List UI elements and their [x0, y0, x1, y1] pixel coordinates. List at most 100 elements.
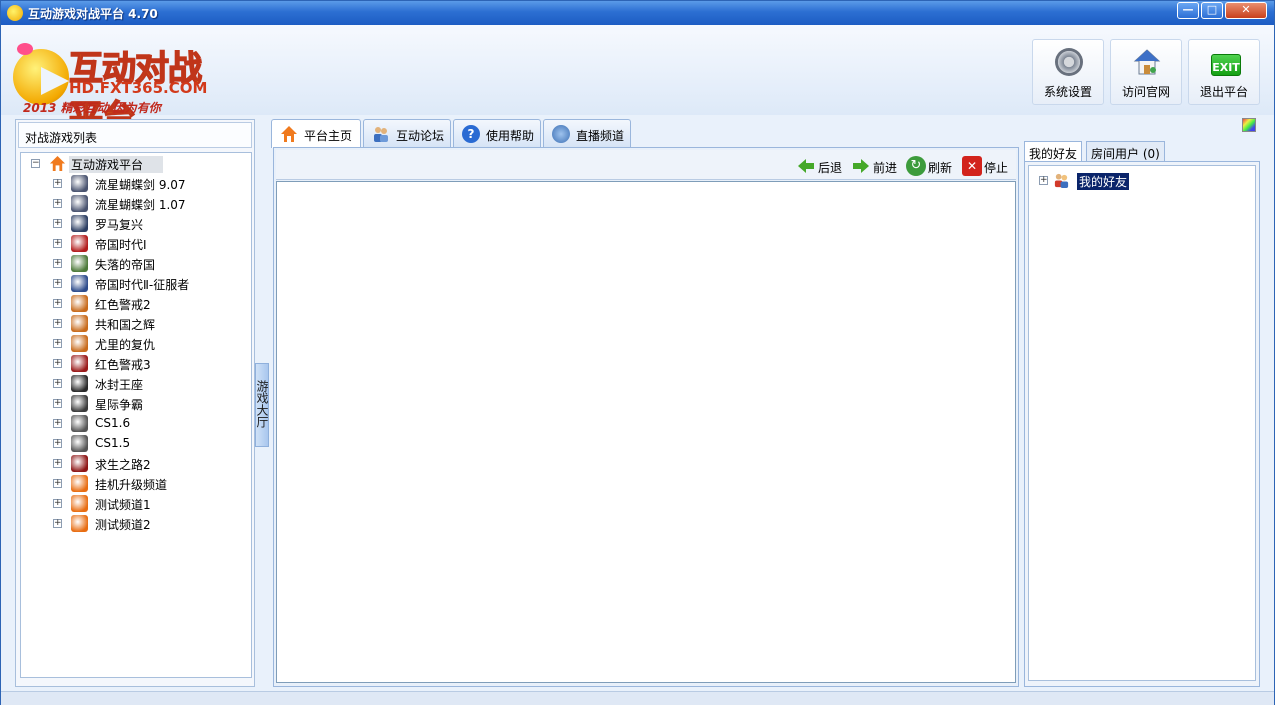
tab-home-label: 平台主页 — [304, 129, 353, 143]
game-tree-item-label: 冰封王座 — [95, 378, 144, 392]
game-tree-item-label: 流星蝴蝶剑 1.07 — [95, 198, 186, 212]
game-tree-item-label: 红色警戒3 — [95, 358, 151, 372]
expand-icon[interactable]: + — [53, 279, 62, 288]
expand-icon[interactable]: + — [53, 319, 62, 328]
tab-broadcast-label: 直播频道 — [576, 129, 625, 143]
home-icon — [71, 475, 88, 492]
pacman-mouth — [41, 67, 69, 95]
root-label: 互动游戏平台 — [69, 156, 164, 173]
expand-icon[interactable]: + — [53, 299, 62, 308]
house-icon — [1133, 49, 1161, 75]
minimize-button[interactable]: — — [1177, 2, 1199, 19]
expand-icon[interactable]: + — [53, 499, 62, 508]
lost-empire-icon — [71, 255, 88, 272]
exit-label: 退出平台 — [1199, 85, 1248, 99]
back-label: 后退 — [818, 161, 843, 175]
stop-icon: ✕ — [962, 156, 982, 176]
game-tree-item-label: 帝国时代Ⅱ-征服者 — [95, 278, 190, 292]
friends-root-label: 我的好友 — [1077, 173, 1130, 190]
refresh-label: 刷新 — [928, 161, 953, 175]
exit-platform-button[interactable]: EXIT 退出平台 — [1188, 39, 1260, 105]
skin-picker-icon[interactable] — [1242, 118, 1256, 132]
tab-broadcast[interactable]: 直播频道 — [543, 119, 631, 147]
game-tree[interactable]: − 互动游戏平台 + 流星蝴蝶剑 9.07 + 流星蝴蝶剑 1.07 + 罗马复兴 + 帝国时… — [20, 152, 252, 678]
tab-help[interactable]: ? 使用帮助 — [453, 119, 541, 147]
collapse-icon[interactable]: − — [31, 159, 40, 168]
navigation-bar: 后退 前进 ↻ 刷新 ✕ 停止 — [276, 150, 1016, 180]
game-tree-item-label: 挂机升级频道 — [95, 478, 168, 492]
game-tree-item-label: 红色警戒2 — [95, 298, 151, 312]
game-tree-item-label: 测试频道1 — [95, 498, 151, 512]
expand-icon[interactable]: + — [53, 459, 62, 468]
bow-icon — [17, 43, 33, 55]
expand-icon[interactable]: + — [1039, 176, 1048, 185]
logo: 互动对战平台 HD.FXT365.COM 2013 精彩互动 因为有你 — [13, 39, 233, 139]
starcraft-icon — [71, 395, 88, 412]
exit-icon: EXIT — [1211, 54, 1241, 76]
expand-icon[interactable]: + — [53, 259, 62, 268]
game-tree-item-label: 罗马复兴 — [95, 218, 144, 232]
tab-forum[interactable]: 互动论坛 — [363, 119, 451, 147]
expand-icon[interactable]: + — [53, 179, 62, 188]
expand-icon[interactable]: + — [53, 219, 62, 228]
home-icon — [71, 495, 88, 512]
expand-icon[interactable]: + — [53, 379, 62, 388]
butterfly-sword-icon — [71, 175, 88, 192]
age-of-empires-icon — [71, 235, 88, 252]
expand-icon[interactable]: + — [53, 419, 62, 428]
maximize-button[interactable]: □ — [1201, 2, 1223, 19]
game-list-header: 对战游戏列表 — [18, 122, 252, 148]
expand-icon[interactable]: + — [53, 239, 62, 248]
game-tree-item-label: 共和国之辉 — [95, 318, 156, 332]
browser-panel: 后退 前进 ↻ 刷新 ✕ 停止 — [273, 147, 1019, 687]
visit-website-button[interactable]: 访问官网 — [1110, 39, 1182, 105]
tab-home[interactable]: 平台主页 — [271, 119, 361, 148]
forward-button[interactable]: 前进 — [851, 155, 903, 177]
frozen-throne-icon — [71, 375, 88, 392]
title-bar[interactable]: 互动游戏对战平台 4.70 — □ ✕ — [1, 1, 1274, 25]
expand-icon[interactable]: + — [53, 479, 62, 488]
game-tree-item-label: 求生之路2 — [95, 458, 151, 472]
settings-button[interactable]: 系统设置 — [1032, 39, 1104, 105]
game-tree-item-label: 星际争霸 — [95, 398, 144, 412]
expand-icon[interactable]: + — [53, 359, 62, 368]
stop-label: 停止 — [984, 161, 1009, 175]
expand-icon[interactable]: + — [53, 519, 62, 528]
browser-content[interactable] — [276, 181, 1016, 683]
friends-tree[interactable]: + 我的好友 — [1028, 165, 1256, 681]
expand-icon[interactable]: + — [53, 399, 62, 408]
counter-strike-icon — [71, 415, 88, 432]
butterfly-sword-icon — [71, 195, 88, 212]
home-icon — [281, 126, 297, 142]
close-button[interactable]: ✕ — [1225, 2, 1267, 19]
game-tree-item-label: 尤里的复仇 — [95, 338, 156, 352]
game-tree-item-label: 失落的帝国 — [95, 258, 156, 272]
game-tree-item-label: 帝国时代Ⅰ — [95, 238, 147, 252]
counter-strike-icon — [71, 435, 88, 452]
refresh-icon: ↻ — [906, 156, 926, 176]
friends-panel: + 我的好友 — [1024, 161, 1260, 687]
broadcast-icon — [552, 125, 570, 143]
tab-my-friends[interactable]: 我的好友 — [1024, 141, 1083, 163]
refresh-button[interactable]: ↻ 刷新 — [906, 155, 958, 177]
logo-slogan: 2013 精彩互动 因为有你 — [23, 101, 161, 115]
stop-button[interactable]: ✕ 停止 — [962, 155, 1014, 177]
expand-icon[interactable]: + — [53, 439, 62, 448]
conquerors-icon — [71, 275, 88, 292]
back-button[interactable]: 后退 — [796, 155, 846, 177]
window-title: 互动游戏对战平台 4.70 — [28, 7, 158, 21]
red-alert-icon — [71, 335, 88, 352]
settings-label: 系统设置 — [1043, 85, 1092, 99]
game-hall-tab[interactable]: 游戏大厅 — [255, 363, 269, 447]
gear-icon — [1055, 48, 1083, 76]
red-alert-icon — [71, 295, 88, 312]
header: 互动对战平台 HD.FXT365.COM 2013 精彩互动 因为有你 系统设置… — [1, 25, 1274, 139]
expand-icon[interactable]: + — [53, 199, 62, 208]
users-icon — [374, 127, 388, 142]
expand-icon[interactable]: + — [53, 339, 62, 348]
red-alert-3-icon — [71, 355, 88, 372]
main-window: 互动游戏对战平台 4.70 — □ ✕ 互动对战平台 HD.FXT365.COM… — [0, 0, 1275, 705]
game-tree-item-label: CS1.5 — [95, 436, 131, 450]
game-tree-item-label: 测试频道2 — [95, 518, 151, 532]
tab-room-users[interactable]: 房间用户 (0) — [1086, 141, 1165, 161]
